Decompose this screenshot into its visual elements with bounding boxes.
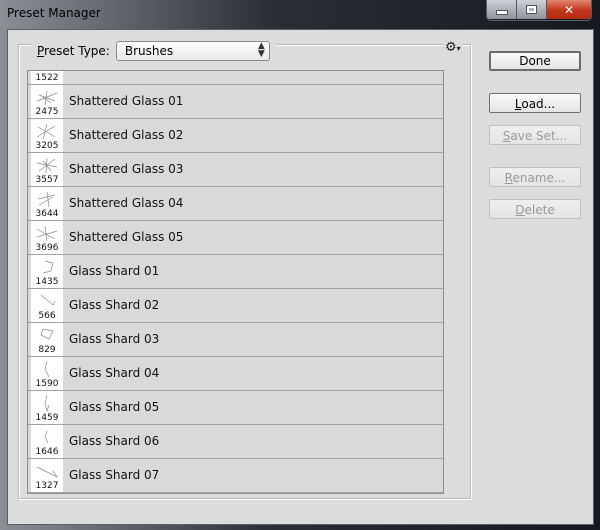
- rename-button[interactable]: Rename...: [489, 167, 581, 187]
- dropdown-arrow-icon: ▾: [456, 44, 461, 53]
- dialog-body: Preset Type: Brushes ▲ ▼ ⚙▾ 1522 2475 Shatt…: [7, 29, 594, 525]
- brush-name: Shattered Glass 05: [69, 230, 184, 244]
- brush-thumbnail: 1435: [31, 255, 63, 288]
- brush-stroke-icon: [36, 157, 58, 174]
- brush-size: 566: [38, 311, 56, 321]
- brush-name: Glass Shard 04: [69, 366, 160, 380]
- save-set-button[interactable]: Save Set...: [489, 125, 581, 145]
- brush-stroke-icon: [44, 430, 49, 444]
- brush-name: Glass Shard 03: [69, 332, 160, 346]
- brush-thumbnail: 3205: [31, 119, 63, 152]
- list-item[interactable]: 3557 Shattered Glass 03: [28, 153, 443, 187]
- brush-thumbnail: 2475: [31, 85, 63, 118]
- brush-thumbnail: 566: [31, 289, 63, 322]
- brush-thumbnail: 1522: [31, 71, 63, 84]
- brush-stroke-icon: [40, 328, 54, 340]
- title-bar[interactable]: Preset Manager ✕: [0, 0, 600, 28]
- brush-stroke-icon: [40, 294, 56, 306]
- preset-type-value: Brushes: [124, 44, 174, 58]
- minimize-icon: [495, 10, 508, 15]
- gear-menu-button[interactable]: ⚙▾: [443, 40, 463, 55]
- brush-size: 829: [38, 345, 56, 355]
- caption-buttons: ✕: [486, 0, 592, 21]
- preset-manager-window: Preset Manager ✕ Preset Type: Brushes ▲ ▼…: [0, 0, 600, 530]
- brush-size: 1327: [35, 481, 59, 491]
- maximize-icon: [526, 5, 537, 14]
- brush-stroke-icon: [44, 360, 50, 378]
- brush-stroke-icon: [42, 260, 54, 274]
- brush-name: Glass Shard 05: [69, 400, 160, 414]
- list-item[interactable]: 1646 Glass Shard 06: [28, 425, 443, 459]
- updown-arrows-icon: ▲ ▼: [257, 41, 265, 59]
- close-icon: ✕: [563, 2, 575, 17]
- brush-name: Shattered Glass 02: [69, 128, 184, 142]
- brush-size: 3644: [35, 209, 59, 219]
- brush-thumbnail: 1590: [31, 357, 63, 390]
- brush-size: 1590: [35, 379, 59, 389]
- window-title: Preset Manager: [7, 6, 101, 20]
- brush-thumbnail: 1459: [31, 391, 63, 424]
- brush-size: 1646: [35, 447, 59, 457]
- brush-size: 1435: [35, 277, 59, 287]
- load-button[interactable]: Load...: [489, 93, 581, 113]
- list-item[interactable]: 3644 Shattered Glass 04: [28, 187, 443, 221]
- brush-thumbnail: 3696: [31, 221, 63, 254]
- brush-stroke-icon: [37, 191, 56, 208]
- brush-name: Shattered Glass 03: [69, 162, 184, 176]
- brush-name: Glass Shard 07: [69, 468, 160, 482]
- brush-size: 3557: [35, 175, 59, 185]
- brush-name: Glass Shard 06: [69, 434, 160, 448]
- list-item[interactable]: 1522: [28, 71, 443, 85]
- close-button[interactable]: ✕: [547, 0, 591, 19]
- list-item[interactable]: 3696 Shattered Glass 05: [28, 221, 443, 255]
- brush-size: 3696: [35, 243, 59, 253]
- preset-type-row: Preset Type: Brushes ▲ ▼: [31, 41, 276, 61]
- gear-icon: ⚙: [445, 40, 457, 55]
- list-item[interactable]: 829 Glass Shard 03: [28, 323, 443, 357]
- list-item[interactable]: 2475 Shattered Glass 01: [28, 85, 443, 119]
- list-item[interactable]: 1590 Glass Shard 04: [28, 357, 443, 391]
- list-item[interactable]: 3205 Shattered Glass 02: [28, 119, 443, 153]
- brush-thumbnail: 1327: [31, 459, 63, 492]
- brush-size: 2475: [35, 107, 59, 117]
- brush-thumbnail: 1646: [31, 425, 63, 458]
- brush-stroke-icon: [36, 123, 56, 140]
- brush-size: 1459: [35, 413, 59, 423]
- preset-type-select[interactable]: Brushes ▲ ▼: [115, 41, 270, 61]
- brush-stroke-icon: [36, 90, 58, 106]
- brush-stroke-icon: [44, 394, 50, 413]
- preset-type-label: Preset Type:: [37, 44, 110, 58]
- brush-stroke-icon: [36, 466, 59, 478]
- done-button[interactable]: Done: [489, 51, 581, 71]
- list-item[interactable]: 1435 Glass Shard 01: [28, 255, 443, 289]
- brush-name: Shattered Glass 04: [69, 196, 184, 210]
- brush-thumbnail: 3644: [31, 187, 63, 220]
- brush-stroke-icon: [36, 225, 58, 242]
- list-item[interactable]: 1459 Glass Shard 05: [28, 391, 443, 425]
- brush-size: 1522: [35, 73, 59, 83]
- brush-name: Shattered Glass 01: [69, 94, 184, 108]
- brush-thumbnail: 3557: [31, 153, 63, 186]
- list-item[interactable]: 1327 Glass Shard 07: [28, 459, 443, 493]
- brush-name: Glass Shard 02: [69, 298, 160, 312]
- preset-list[interactable]: 1522 2475 Shattered Glass 01 3205 Shattered …: [27, 70, 444, 494]
- list-item[interactable]: 566 Glass Shard 02: [28, 289, 443, 323]
- maximize-button[interactable]: [517, 0, 547, 19]
- brush-size: 3205: [35, 141, 59, 151]
- brush-thumbnail: 829: [31, 323, 63, 356]
- brush-name: Glass Shard 01: [69, 264, 160, 278]
- preset-rows: 1522 2475 Shattered Glass 01 3205 Shattered …: [28, 71, 443, 493]
- delete-button[interactable]: Delete: [489, 199, 581, 219]
- minimize-button[interactable]: [487, 0, 517, 19]
